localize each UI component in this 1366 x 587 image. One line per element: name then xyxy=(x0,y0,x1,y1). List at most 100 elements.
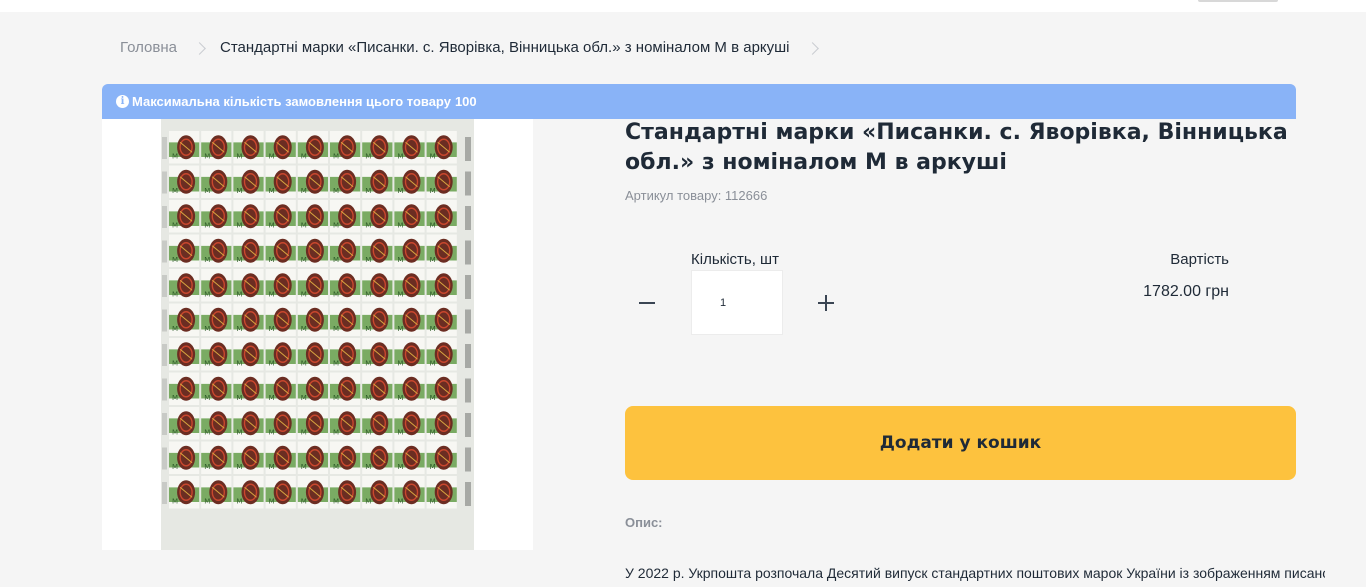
description-text: У 2022 р. Укрпошта розпочала Десятий вип… xyxy=(625,565,1325,581)
add-to-cart-button[interactable]: Додати у кошик xyxy=(625,406,1296,480)
svg-text:M: M xyxy=(204,222,210,230)
svg-text:M: M xyxy=(430,325,436,333)
svg-text:M: M xyxy=(430,256,436,264)
svg-text:M: M xyxy=(172,498,178,506)
svg-text:M: M xyxy=(301,256,307,264)
svg-text:M: M xyxy=(397,463,403,471)
svg-text:M: M xyxy=(365,153,371,161)
svg-text:M: M xyxy=(172,187,178,195)
svg-text:M: M xyxy=(301,498,307,506)
svg-text:M: M xyxy=(397,256,403,264)
svg-text:M: M xyxy=(172,153,178,161)
svg-text:M: M xyxy=(397,325,403,333)
svg-text:M: M xyxy=(333,291,339,299)
svg-text:M: M xyxy=(269,291,275,299)
breadcrumb: Головна Стандартні марки «Писанки. с. Яв… xyxy=(120,38,833,58)
svg-text:M: M xyxy=(333,429,339,437)
svg-text:M: M xyxy=(204,429,210,437)
svg-text:M: M xyxy=(333,222,339,230)
svg-text:M: M xyxy=(430,463,436,471)
svg-text:M: M xyxy=(236,256,242,264)
svg-text:M: M xyxy=(236,360,242,368)
svg-text:M: M xyxy=(172,360,178,368)
svg-text:M: M xyxy=(397,498,403,506)
svg-text:M: M xyxy=(397,222,403,230)
svg-text:M: M xyxy=(269,429,275,437)
svg-text:M: M xyxy=(204,394,210,402)
svg-text:M: M xyxy=(236,187,242,195)
svg-text:M: M xyxy=(430,222,436,230)
breadcrumb-current: Стандартні марки «Писанки. с. Яворівка, … xyxy=(220,39,790,56)
svg-text:M: M xyxy=(204,498,210,506)
svg-text:M: M xyxy=(236,498,242,506)
svg-text:M: M xyxy=(365,463,371,471)
info-icon: i xyxy=(116,95,129,108)
svg-text:M: M xyxy=(204,360,210,368)
svg-text:M: M xyxy=(269,153,275,161)
svg-text:M: M xyxy=(204,291,210,299)
svg-text:M: M xyxy=(333,187,339,195)
svg-text:M: M xyxy=(301,153,307,161)
svg-text:M: M xyxy=(236,222,242,230)
minus-icon[interactable] xyxy=(637,290,659,312)
notice-text: Максимальна кількість замовлення цього т… xyxy=(132,94,451,109)
description-label: Опис: xyxy=(625,515,663,530)
svg-text:M: M xyxy=(236,291,242,299)
max-order-notice: i Максимальна кількість замовлення цього… xyxy=(102,84,1296,119)
svg-text:M: M xyxy=(301,360,307,368)
svg-text:M: M xyxy=(333,256,339,264)
svg-text:M: M xyxy=(269,187,275,195)
svg-text:M: M xyxy=(269,394,275,402)
svg-text:M: M xyxy=(172,291,178,299)
notice-max-qty: 100 xyxy=(454,94,477,109)
svg-text:M: M xyxy=(397,394,403,402)
svg-text:M: M xyxy=(365,429,371,437)
svg-text:M: M xyxy=(236,429,242,437)
svg-text:M: M xyxy=(269,360,275,368)
svg-text:M: M xyxy=(333,360,339,368)
svg-text:M: M xyxy=(301,291,307,299)
svg-text:M: M xyxy=(301,187,307,195)
svg-text:M: M xyxy=(333,498,339,506)
price-value: 1782.00 грн xyxy=(1143,283,1229,300)
breadcrumb-home-link[interactable]: Головна xyxy=(120,38,177,58)
svg-text:M: M xyxy=(204,463,210,471)
svg-text:M: M xyxy=(172,463,178,471)
svg-text:M: M xyxy=(269,256,275,264)
svg-text:M: M xyxy=(333,394,339,402)
svg-text:M: M xyxy=(365,187,371,195)
svg-text:M: M xyxy=(301,325,307,333)
product-image[interactable]: M M M M M M M M M M M M M M M M M M M M M M M M M M M M M M M M M M M M M M M M… xyxy=(102,119,533,550)
svg-text:M: M xyxy=(172,256,178,264)
svg-text:M: M xyxy=(301,222,307,230)
top-bar xyxy=(0,0,1366,12)
stamp-sheet-graphic: M M M M M M M M M M M M M M M M M M M M M M M M M M M M M M M M M M M M M M M M… xyxy=(161,119,474,550)
svg-text:M: M xyxy=(397,429,403,437)
product-title: Стандартні марки «Писанки. с. Яворівка, … xyxy=(625,120,1288,175)
svg-text:M: M xyxy=(430,498,436,506)
svg-text:M: M xyxy=(172,429,178,437)
svg-text:M: M xyxy=(365,291,371,299)
plus-icon[interactable] xyxy=(815,292,837,314)
svg-text:M: M xyxy=(236,153,242,161)
svg-text:M: M xyxy=(172,325,178,333)
svg-text:M: M xyxy=(269,463,275,471)
svg-text:M: M xyxy=(430,187,436,195)
svg-text:M: M xyxy=(333,153,339,161)
svg-text:M: M xyxy=(333,463,339,471)
svg-text:M: M xyxy=(172,394,178,402)
svg-text:M: M xyxy=(333,325,339,333)
quantity-input[interactable] xyxy=(691,270,783,335)
chevron-right-icon xyxy=(193,41,206,55)
chevron-right-icon xyxy=(805,41,819,55)
svg-text:M: M xyxy=(397,291,403,299)
svg-text:M: M xyxy=(430,394,436,402)
svg-text:M: M xyxy=(430,153,436,161)
quantity-label: Кількість, шт xyxy=(691,251,779,268)
svg-text:M: M xyxy=(236,463,242,471)
svg-text:M: M xyxy=(172,222,178,230)
svg-text:M: M xyxy=(301,463,307,471)
header-edge xyxy=(1198,0,1278,2)
svg-text:M: M xyxy=(365,360,371,368)
svg-text:M: M xyxy=(365,325,371,333)
